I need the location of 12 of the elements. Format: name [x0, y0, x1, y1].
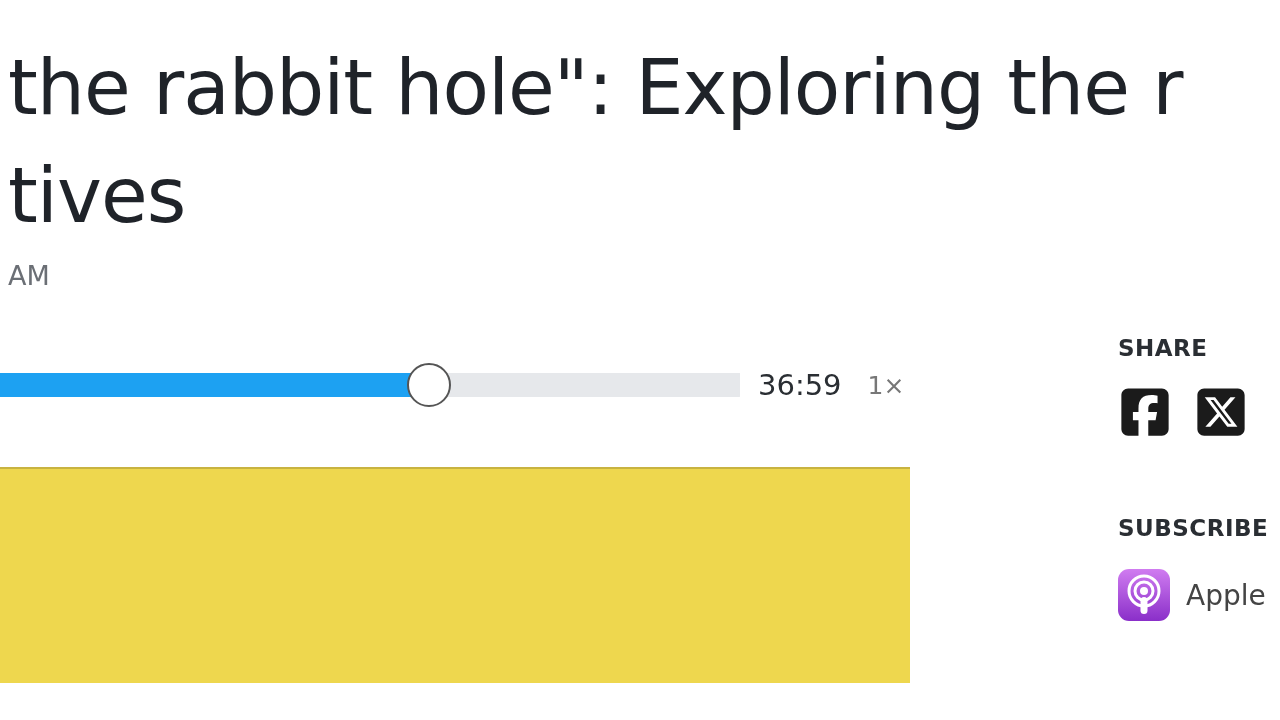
facebook-icon[interactable] — [1118, 385, 1172, 439]
subscribe-heading: SUBSCRIBE — [1118, 515, 1270, 541]
x-icon[interactable] — [1194, 385, 1248, 439]
publish-date: AM — [8, 260, 51, 291]
duration: 36:59 — [758, 368, 842, 402]
share-heading: SHARE — [1118, 335, 1209, 361]
subscribe-link[interactable]: Apple — [1118, 569, 1280, 621]
article-title: tives — [8, 150, 187, 242]
speed-button[interactable]: 1× — [867, 370, 905, 400]
podcast-icon — [1118, 569, 1170, 621]
article-title: the rabbit hole": Exploring the r — [8, 42, 1185, 134]
progress-thumb[interactable] — [407, 363, 452, 407]
